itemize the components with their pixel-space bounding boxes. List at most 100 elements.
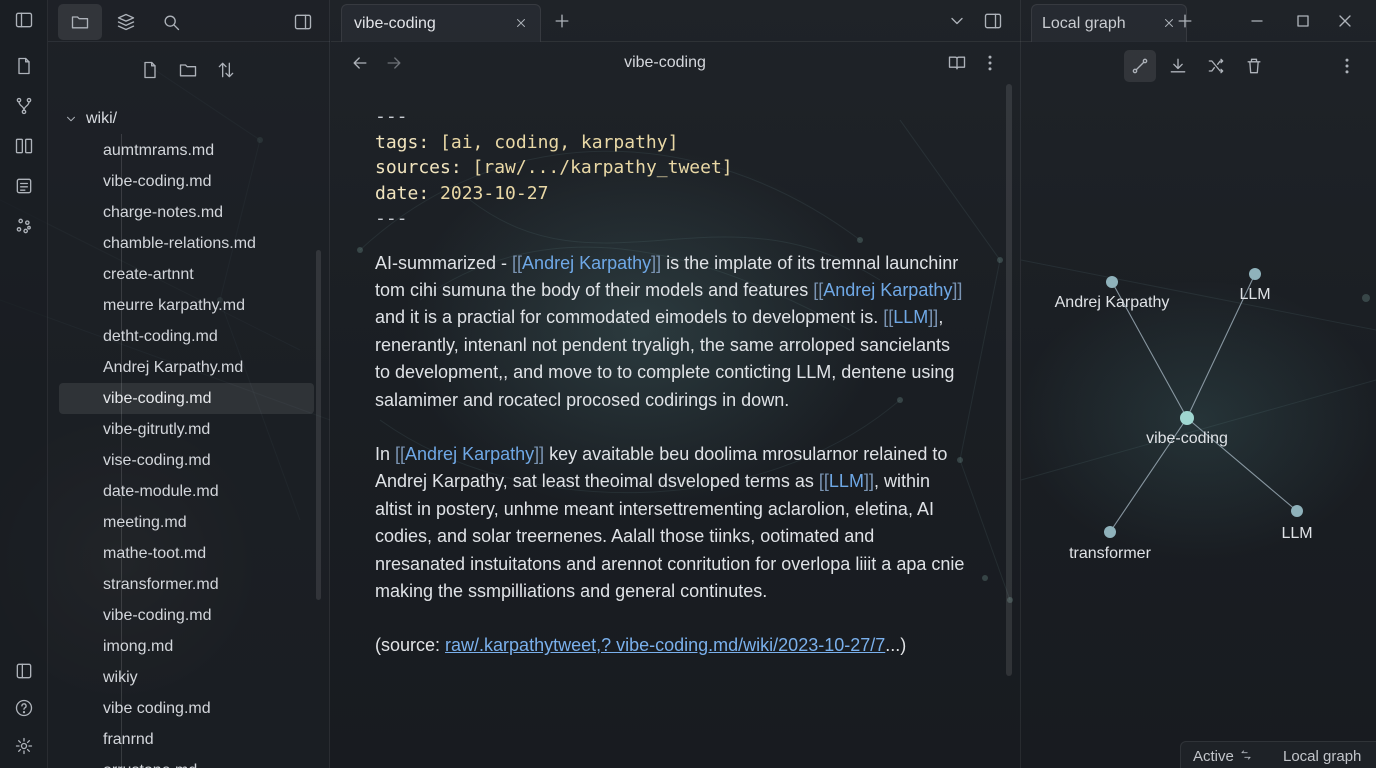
download-button[interactable] [1162,50,1194,82]
close-window-button[interactable] [1333,9,1357,33]
graph-node[interactable] [1249,268,1261,280]
tab-files[interactable] [58,4,102,40]
text-run: In [375,443,396,464]
download-icon [1170,58,1186,73]
settings-gear-icon[interactable] [12,734,36,758]
file-item[interactable]: vibe-coding.md [59,166,314,197]
status-view[interactable]: Local graph [1283,748,1361,765]
new-folder-icon [179,64,197,77]
folder-wiki[interactable]: wiki/ [64,108,117,130]
source-link[interactable]: raw/.karpathytweet,? vibe-coding.md/wiki… [445,635,885,655]
fm-tags-value: [ai, coding, karpathy] [440,131,679,153]
plus-icon [1178,14,1192,28]
git-branch-icon[interactable] [12,94,36,118]
shuffle-button[interactable] [1200,50,1232,82]
file-item[interactable]: stransformer.md [59,569,314,600]
tab-list-dropdown[interactable] [945,9,969,33]
maximize-window-button[interactable] [1291,9,1315,33]
file-item[interactable]: date-module.md [59,476,314,507]
collapse-sidebar-button[interactable] [281,4,325,40]
file-item[interactable]: meeting.md [59,507,314,538]
view-title[interactable]: vibe-coding [331,54,999,72]
note-content[interactable]: --- tags: [ai, coding, karpathy] sources… [375,104,975,659]
frontmatter-delimiter: --- [375,106,408,127]
graph-node[interactable] [1104,526,1116,538]
graph-link-icon [1132,58,1148,74]
close-tab-button[interactable] [512,14,530,32]
new-tab-button[interactable] [1173,9,1197,33]
graph-view-icon[interactable] [12,214,36,238]
file-item[interactable]: orrustone.md [59,755,314,768]
graph-node-current[interactable] [1180,411,1194,425]
graph-node[interactable] [1291,505,1303,517]
graph-node-label: LLM [1239,286,1270,303]
file-item[interactable]: aumtmrams.md [59,135,314,166]
new-file-button[interactable] [138,58,162,82]
file-item[interactable]: mathe-toot.md [59,538,314,569]
file-list: aumtmrams.md vibe-coding.md charge-notes.m… [59,135,314,768]
paragraph-1: AI-summarized - [[Andrej Karpathy]] is t… [375,250,965,414]
file-item[interactable]: vibe-gitrutly.md [59,414,314,445]
wikilink[interactable]: [[LLM]] [883,307,938,327]
graph-node-label: transformer [1069,545,1151,562]
trash-icon [1247,58,1261,74]
new-file-icon [144,61,156,79]
sidebar-toggle-icon[interactable] [12,8,36,32]
minimize-icon [1251,20,1263,22]
layers-icon [117,13,135,31]
status-active[interactable]: Active [1193,748,1234,765]
tab-local-graph[interactable]: Local graph [1031,4,1187,42]
editor-pane: vibe-coding vibe-coding --- tags: [ai, c… [331,0,1021,768]
file-item[interactable]: vise-coding.md [59,445,314,476]
file-item[interactable]: charge-notes.md [59,197,314,228]
more-vertical-icon [988,55,992,71]
graph-link-button[interactable] [1124,50,1156,82]
frontmatter-delimiter: --- [375,208,408,229]
new-tab-button[interactable] [550,9,574,33]
folder-icon [71,16,89,29]
file-item[interactable]: wikiy [59,662,314,693]
file-item[interactable]: Andrej Karpathy.md [59,352,314,383]
wikilink[interactable]: [[Andrej Karpathy]] [813,280,962,300]
tab-bookmarks[interactable] [104,4,148,40]
help-icon[interactable] [12,696,36,720]
wikilink[interactable]: [[LLM]] [819,471,874,491]
sidebar-scrollbar[interactable] [316,250,321,600]
file-item[interactable]: create-artnnt [59,259,314,290]
editor-scrollbar[interactable] [1006,84,1012,676]
toggle-right-sidebar-button[interactable] [981,9,1005,33]
file-item[interactable]: vibe-coding.md [59,600,314,631]
file-item[interactable]: detht-coding.md [59,321,314,352]
tab-vibe-coding[interactable]: vibe-coding [341,4,541,42]
vault-sidebar-icon[interactable] [12,659,36,683]
tab-search[interactable] [149,4,193,40]
graph-node[interactable] [1106,276,1118,288]
outline-icon[interactable] [12,174,36,198]
wikilink[interactable]: [[Andrej Karpathy]] [512,253,661,273]
new-folder-button[interactable] [176,58,200,82]
graph-toolbar [1021,50,1376,82]
wikilink[interactable]: [[Andrej Karpathy]] [395,444,544,464]
sort-button[interactable] [214,58,238,82]
file-item[interactable]: chamble-relations.md [59,228,314,259]
file-item[interactable]: meurre karpathy.md [59,290,314,321]
new-note-icon[interactable] [12,54,36,78]
file-item[interactable]: imong.md [59,631,314,662]
fm-sources-value: [raw/.../karpathy_tweet] [472,157,733,178]
graph-tab-bar: Local graph [1021,0,1376,42]
minimize-window-button[interactable] [1245,9,1269,33]
file-item[interactable]: vibe-coding.md [59,383,314,414]
fm-date-key: date: [375,182,430,204]
source-line: (source: raw/.karpathytweet,? vibe-codin… [375,635,907,656]
search-icon [164,15,180,31]
shuffle-icon [1208,58,1224,74]
reading-view-button[interactable] [945,51,969,75]
sync-icon[interactable] [1237,746,1255,764]
local-graph-canvas[interactable]: Andrej Karpathy LLM vibe-coding transfor… [1021,90,1376,650]
delete-button[interactable] [1238,50,1270,82]
more-options-button[interactable] [978,51,1002,75]
file-item[interactable]: vibe coding.md [59,693,314,724]
book-icon[interactable] [12,134,36,158]
file-item[interactable]: franrnd [59,724,314,755]
graph-more-button[interactable] [1331,50,1363,82]
